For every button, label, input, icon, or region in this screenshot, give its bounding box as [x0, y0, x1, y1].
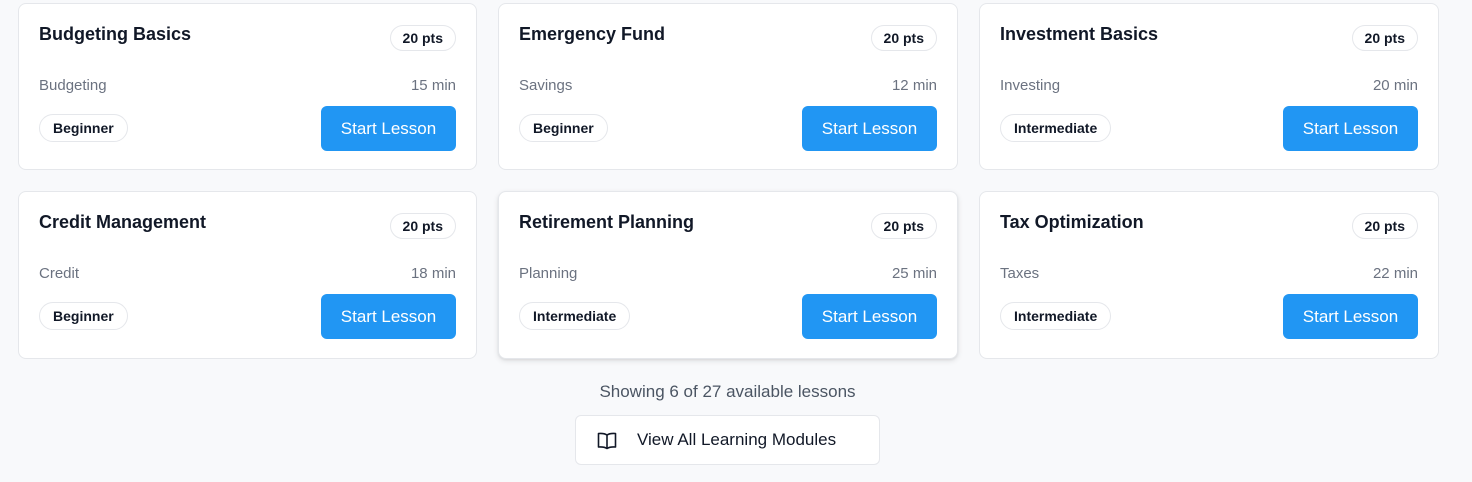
lesson-title: Emergency Fund — [519, 24, 666, 44]
level-badge: Intermediate — [519, 302, 631, 330]
lesson-count-summary: Showing 6 of 27 available lessons — [599, 382, 856, 401]
level-badge: Intermediate — [1000, 114, 1112, 142]
lesson-duration: 25 min — [891, 265, 937, 282]
lesson-title: Investment Basics — [1000, 24, 1159, 44]
lesson-card: Retirement Planning 20 pts Planning 25 m… — [498, 191, 958, 359]
lesson-category: Savings — [519, 77, 573, 94]
level-badge: Beginner — [39, 114, 128, 142]
lesson-card: Emergency Fund 20 pts Savings 12 min Beg… — [498, 3, 958, 170]
lesson-duration: 22 min — [1372, 265, 1418, 282]
lesson-title: Credit Management — [39, 212, 207, 232]
lesson-grid: Budgeting Basics 20 pts Budgeting 15 min… — [18, 3, 1439, 359]
start-lesson-button[interactable]: Start Lesson — [802, 106, 937, 151]
start-lesson-button[interactable]: Start Lesson — [1283, 106, 1418, 151]
start-lesson-button[interactable]: Start Lesson — [802, 294, 937, 339]
lesson-category: Taxes — [1000, 265, 1040, 282]
lesson-card: Budgeting Basics 20 pts Budgeting 15 min… — [18, 3, 477, 170]
lesson-duration: 15 min — [410, 77, 456, 94]
lesson-category: Investing — [1000, 77, 1061, 94]
lesson-card: Tax Optimization 20 pts Taxes 22 min Int… — [979, 191, 1439, 359]
lesson-title: Tax Optimization — [1000, 212, 1144, 232]
start-lesson-button[interactable]: Start Lesson — [1283, 294, 1418, 339]
points-badge: 20 pts — [389, 213, 456, 239]
points-badge: 20 pts — [870, 213, 937, 239]
lesson-duration: 12 min — [891, 77, 937, 94]
lesson-card: Credit Management 20 pts Credit 18 min B… — [18, 191, 477, 359]
lesson-category: Planning — [519, 265, 578, 282]
lesson-title: Budgeting Basics — [39, 24, 192, 44]
start-lesson-button[interactable]: Start Lesson — [321, 294, 456, 339]
view-all-modules-button[interactable]: View All Learning Modules — [575, 415, 880, 465]
points-badge: 20 pts — [1351, 25, 1418, 51]
lesson-duration: 18 min — [410, 265, 456, 282]
level-badge: Beginner — [39, 302, 128, 330]
lesson-title: Retirement Planning — [519, 212, 695, 232]
start-lesson-button[interactable]: Start Lesson — [321, 106, 456, 151]
points-badge: 20 pts — [1351, 213, 1418, 239]
level-badge: Beginner — [519, 114, 608, 142]
points-badge: 20 pts — [389, 25, 456, 51]
lesson-card: Investment Basics 20 pts Investing 20 mi… — [979, 3, 1439, 170]
book-open-icon — [597, 432, 617, 450]
lesson-category: Budgeting — [39, 77, 107, 94]
level-badge: Intermediate — [1000, 302, 1112, 330]
points-badge: 20 pts — [870, 25, 937, 51]
lesson-duration: 20 min — [1372, 77, 1418, 94]
lesson-category: Credit — [39, 265, 80, 282]
view-all-label: View All Learning Modules — [637, 430, 837, 449]
